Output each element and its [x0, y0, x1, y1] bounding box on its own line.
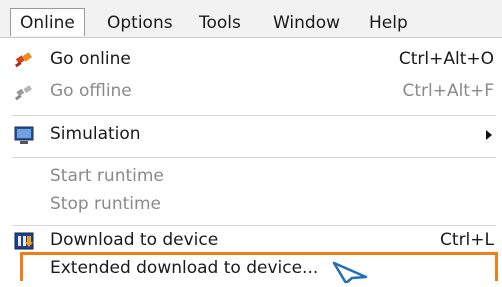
- menu-separator: [12, 157, 496, 158]
- go-online-icon: [14, 49, 34, 69]
- menu-item-simulation[interactable]: Simulation: [0, 118, 502, 150]
- download-to-device-icon: [14, 230, 34, 250]
- menu-tools[interactable]: Tools: [190, 9, 250, 37]
- menu-separator: [12, 115, 496, 116]
- menu-help[interactable]: Help: [360, 9, 417, 37]
- shortcut-label: Ctrl+Alt+O: [398, 49, 494, 69]
- menu-item-label: Stop runtime: [50, 194, 161, 214]
- menu-item-label: Go offline: [50, 81, 132, 101]
- menu-options[interactable]: Options: [98, 9, 182, 37]
- simulation-icon: [14, 124, 34, 144]
- mouse-cursor-icon: [330, 261, 370, 287]
- highlight-box: [20, 252, 498, 281]
- menu-item-go-online[interactable]: Go online Ctrl+Alt+O: [0, 43, 502, 75]
- menu-item-stop-runtime[interactable]: Stop runtime: [0, 188, 502, 220]
- go-offline-icon: [14, 81, 34, 101]
- menu-window[interactable]: Window: [264, 9, 349, 37]
- menu-item-go-offline[interactable]: Go offline Ctrl+Alt+F: [0, 75, 502, 107]
- menu-item-label: Go online: [50, 49, 131, 69]
- submenu-arrow-icon: [486, 130, 492, 140]
- menu-item-label: Simulation: [50, 124, 141, 144]
- online-dropdown-menu: Go online Ctrl+Alt+O Go offline Ctrl+Alt…: [0, 38, 502, 281]
- shortcut-label: Ctrl+Alt+F: [402, 81, 494, 101]
- menu-online[interactable]: Online: [10, 8, 85, 36]
- menu-bar: Online Options Tools Window Help: [0, 0, 502, 38]
